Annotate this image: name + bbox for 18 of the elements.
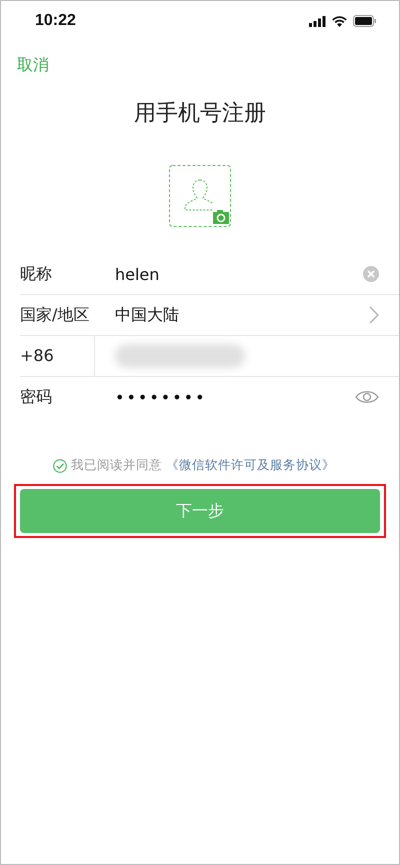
battery-icon	[353, 15, 377, 27]
checked-checkbox-icon[interactable]	[53, 458, 67, 472]
signal-icon	[309, 16, 326, 26]
avatar-upload-icon	[169, 165, 231, 227]
page-title: 用手机号注册	[133, 100, 267, 128]
wifi-icon	[332, 16, 347, 26]
country-code[interactable]: +86	[20, 336, 95, 376]
eye-icon	[355, 390, 379, 404]
field-label: 昵称	[20, 264, 53, 284]
password-field[interactable]: ••••••••	[115, 388, 355, 406]
agreement-text: 我已阅读并同意	[71, 457, 162, 474]
field-label: 国家/地区	[20, 304, 90, 326]
agreement-link[interactable]: 《微信软件许可及服务协议》	[166, 457, 335, 474]
nickname-field[interactable]: helen	[115, 264, 363, 284]
region-value[interactable]: 中国大陆	[115, 304, 369, 326]
field-label: 密码	[20, 386, 53, 408]
chevron-right-icon	[369, 306, 379, 324]
status-time: 10:22	[35, 12, 76, 30]
